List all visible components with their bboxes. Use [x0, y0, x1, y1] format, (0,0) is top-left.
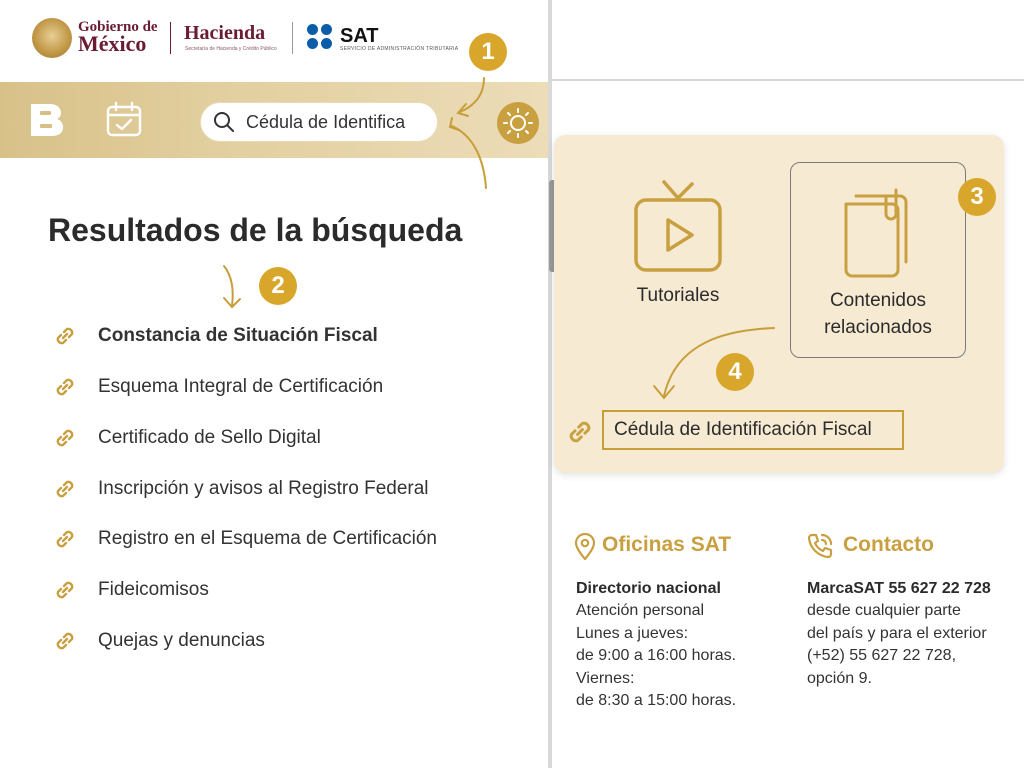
oficinas-title: Directorio nacional: [576, 580, 721, 597]
tutorials-label: Tutoriales: [636, 285, 720, 306]
contacto-line: (+52) 55 627 22 728,: [807, 647, 957, 664]
link-icon: [56, 581, 74, 599]
oficinas-line: Atención personal: [576, 602, 705, 619]
search-icon[interactable]: [213, 111, 235, 133]
calendar-check-icon[interactable]: [104, 100, 144, 140]
result-label: Fideicomisos: [98, 579, 209, 600]
annotation-arrow-down: [223, 265, 241, 309]
link-icon: [56, 378, 74, 396]
right-header-area: [552, 0, 1024, 80]
annotation-arrow-curve: [653, 327, 775, 400]
contacto-line: del país y para el exterior: [807, 624, 987, 642]
logo-divider: [292, 22, 293, 54]
location-pin-icon: [573, 532, 597, 561]
result-link-constancia[interactable]: Constancia de Situación Fiscal: [52, 321, 378, 351]
result-label: Registro en el Esquema de Certificación: [98, 528, 438, 549]
sat-logo-icon: [307, 24, 335, 52]
hacienda-logo-title: Hacienda: [184, 22, 266, 44]
contacto-heading: Contacto: [843, 533, 934, 556]
documents-icon: [838, 186, 918, 278]
result-label: Esquema Integral de Certificación: [98, 376, 384, 397]
brand-b-icon[interactable]: [28, 100, 66, 140]
related-content-label-line1: Contenidos: [829, 290, 927, 311]
link-icon: [56, 632, 74, 650]
link-icon: [56, 480, 74, 498]
related-content-label-line2: relacionados: [824, 317, 932, 338]
step-badge-2: 2: [259, 267, 297, 305]
result-link-fideicomisos[interactable]: Fideicomisos: [52, 575, 209, 605]
result-label: Inscripción y avisos al Registro Federal: [98, 478, 429, 499]
oficinas-line: de 8:30 a 15:00 horas.: [576, 692, 737, 709]
sat-logo-subtitle: SERVICIO DE ADMINISTRACIÓN TRIBUTARIA: [340, 46, 459, 52]
result-label: Quejas y denuncias: [98, 630, 265, 651]
mexico-seal-icon: [32, 18, 72, 58]
oficinas-heading: Oficinas SAT: [602, 533, 732, 556]
phone-icon: [806, 532, 834, 560]
result-label: Constancia de Situación Fiscal: [98, 325, 378, 346]
step-badge-4: 4: [716, 353, 754, 391]
results-title: Resultados de la búsqueda: [48, 212, 463, 248]
search-input[interactable]: [246, 106, 432, 138]
panel-divider: [548, 0, 552, 768]
right-header-border: [552, 79, 1024, 81]
oficinas-line: de 9:00 a 16:00 horas.: [576, 647, 737, 664]
contacto-line: desde cualquier parte: [807, 602, 961, 619]
link-icon: [56, 429, 74, 447]
logo-divider: [170, 22, 171, 54]
result-link-esquema-integral[interactable]: Esquema Integral de Certificación: [52, 372, 383, 402]
gobierno-logo-line2: México: [78, 31, 147, 56]
contacto-title: MarcaSAT 55 627 22 728: [807, 580, 991, 597]
contacto-details: desde cualquier parte del país y para el…: [807, 600, 987, 690]
result-link-inscripcion[interactable]: Inscripción y avisos al Registro Federal: [52, 474, 429, 504]
tutorials-tile[interactable]: [630, 180, 726, 276]
oficinas-line: Viernes:: [576, 669, 635, 687]
link-icon: [56, 327, 74, 345]
annotation-arrows: [448, 77, 487, 189]
result-link-quejas[interactable]: Quejas y denuncias: [52, 626, 265, 656]
step-badge-3: 3: [958, 178, 996, 216]
oficinas-line: Lunes a jueves:: [576, 624, 689, 642]
oficinas-hours: Atención personal Lunes a jueves: de 9:0…: [576, 600, 736, 713]
related-content-label: Contenidos relacionados: [792, 287, 964, 341]
result-label: Certificado de Sello Digital: [98, 427, 321, 448]
result-link-sello-digital[interactable]: Certificado de Sello Digital: [52, 423, 321, 453]
sat-logo-title: SAT: [340, 25, 379, 47]
tv-play-icon: [634, 180, 722, 272]
cedula-link-label: Cédula de Identificación Fiscal: [614, 419, 872, 440]
result-link-registro-esquema[interactable]: Registro en el Esquema de Certificación: [52, 524, 437, 554]
link-icon: [56, 530, 74, 548]
link-icon: [564, 416, 596, 448]
contacto-line: opción 9.: [807, 669, 872, 687]
hacienda-logo-subtitle: Secretaría de Hacienda y Crédito Público: [185, 46, 277, 52]
